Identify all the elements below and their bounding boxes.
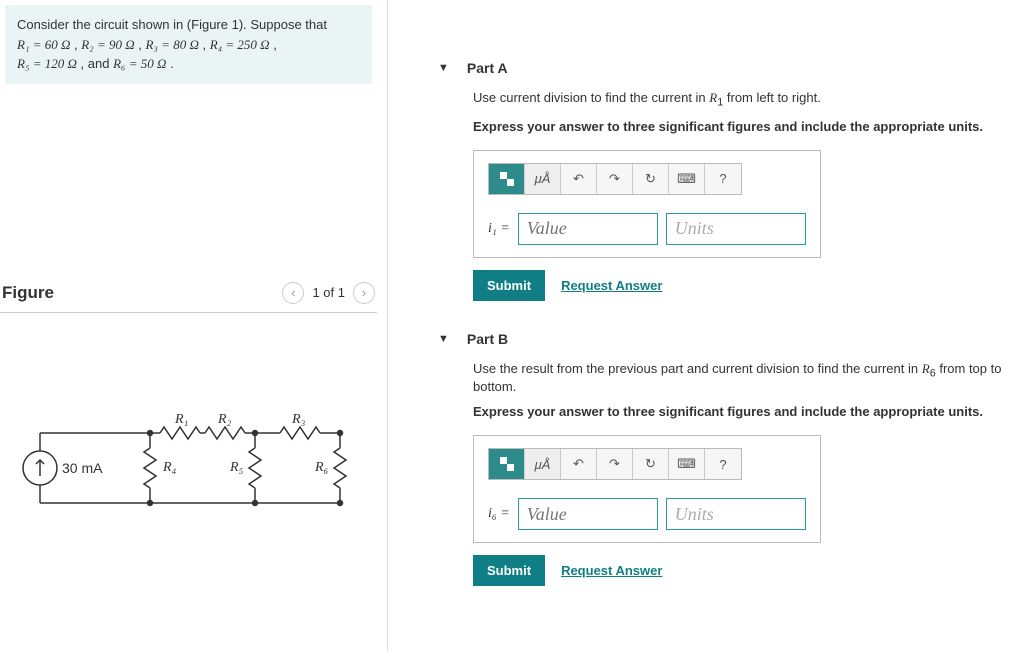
part-a-value-input[interactable]	[518, 213, 658, 245]
r2-value: R₂ = 90 Ω	[81, 37, 134, 52]
r1-value: R₁ = 60 Ω	[17, 37, 70, 52]
part-b-title: Part B	[467, 331, 508, 347]
part-b-value-input[interactable]	[518, 498, 658, 530]
undo-button[interactable]: ↶	[561, 164, 597, 194]
part-a-prompt: Use current division to find the current…	[473, 90, 1032, 109]
part-a-collapse-icon[interactable]: ▼	[438, 62, 449, 74]
units-mode-button[interactable]: μÅ	[525, 164, 561, 194]
part-a-request-answer-link[interactable]: Request Answer	[561, 278, 662, 293]
redo-button[interactable]: ↷	[597, 449, 633, 479]
help-button[interactable]: ?	[705, 164, 741, 194]
part-a-title: Part A	[467, 60, 508, 76]
r4-value: R₄ = 250 Ω	[210, 37, 270, 52]
undo-button[interactable]: ↶	[561, 449, 597, 479]
part-b-instruction: Express your answer to three significant…	[473, 404, 1032, 419]
figure-heading: Figure	[2, 283, 54, 303]
reset-button[interactable]: ↻	[633, 449, 669, 479]
label-r3: R₃	[291, 412, 306, 427]
part-b-units-input[interactable]: Units	[666, 498, 806, 530]
r5-value: R₅ = 120 Ω	[17, 56, 77, 71]
help-button[interactable]: ?	[705, 449, 741, 479]
part-b-request-answer-link[interactable]: Request Answer	[561, 563, 662, 578]
part-a-instruction: Express your answer to three significant…	[473, 119, 1032, 134]
label-r2: R₂	[217, 412, 232, 427]
and-text: and	[88, 56, 110, 71]
prompt-intro: Consider the circuit shown in (Figure 1)…	[17, 17, 327, 32]
part-a-toolbar: μÅ ↶ ↷ ↻ ⌨ ?	[488, 163, 742, 195]
right-panel: ▼ Part A Use current division to find th…	[388, 0, 1032, 651]
part-b-variable: i₆ =	[488, 506, 510, 522]
part-b-prompt: Use the result from the previous part an…	[473, 361, 1032, 395]
template-button[interactable]	[489, 164, 525, 194]
figure-pager: ‹ 1 of 1 ›	[282, 282, 375, 304]
r6-value: R₆ = 50 Ω	[113, 56, 166, 71]
keyboard-button[interactable]: ⌨	[669, 164, 705, 194]
units-mode-button[interactable]: μÅ	[525, 449, 561, 479]
reset-button[interactable]: ↻	[633, 164, 669, 194]
r3-value: R₃ = 80 Ω	[145, 37, 198, 52]
current-source-label: 30 mA	[62, 460, 103, 476]
part-a-submit-button[interactable]: Submit	[473, 270, 545, 301]
redo-button[interactable]: ↷	[597, 164, 633, 194]
keyboard-button[interactable]: ⌨	[669, 449, 705, 479]
part-b-submit-button[interactable]: Submit	[473, 555, 545, 586]
pager-text: 1 of 1	[312, 285, 345, 300]
left-panel: Consider the circuit shown in (Figure 1)…	[0, 0, 388, 651]
part-b-answer-box: μÅ ↶ ↷ ↻ ⌨ ? i₆ = Units	[473, 435, 821, 543]
figure-header: Figure ‹ 1 of 1 ›	[0, 274, 377, 313]
part-a: ▼ Part A Use current division to find th…	[438, 60, 1032, 301]
part-a-units-input[interactable]: Units	[666, 213, 806, 245]
part-a-answer-box: μÅ ↶ ↷ ↻ ⌨ ? i₁ = Units	[473, 150, 821, 258]
part-b: ▼ Part B Use the result from the previou…	[438, 331, 1032, 587]
part-a-variable: i₁ =	[488, 221, 510, 237]
part-b-collapse-icon[interactable]: ▼	[438, 333, 449, 345]
problem-statement: Consider the circuit shown in (Figure 1)…	[5, 5, 372, 84]
label-r4: R₄	[162, 460, 177, 475]
pager-prev-button[interactable]: ‹	[282, 282, 304, 304]
template-button[interactable]	[489, 449, 525, 479]
label-r6: R₆	[314, 460, 329, 475]
label-r1: R₁	[174, 412, 188, 427]
label-r5: R₅	[229, 460, 244, 475]
circuit-figure: R₁ R₂ R₃ R₄ R₅ R₆ 30 mA	[0, 403, 377, 526]
pager-next-button[interactable]: ›	[353, 282, 375, 304]
part-b-toolbar: μÅ ↶ ↷ ↻ ⌨ ?	[488, 448, 742, 480]
